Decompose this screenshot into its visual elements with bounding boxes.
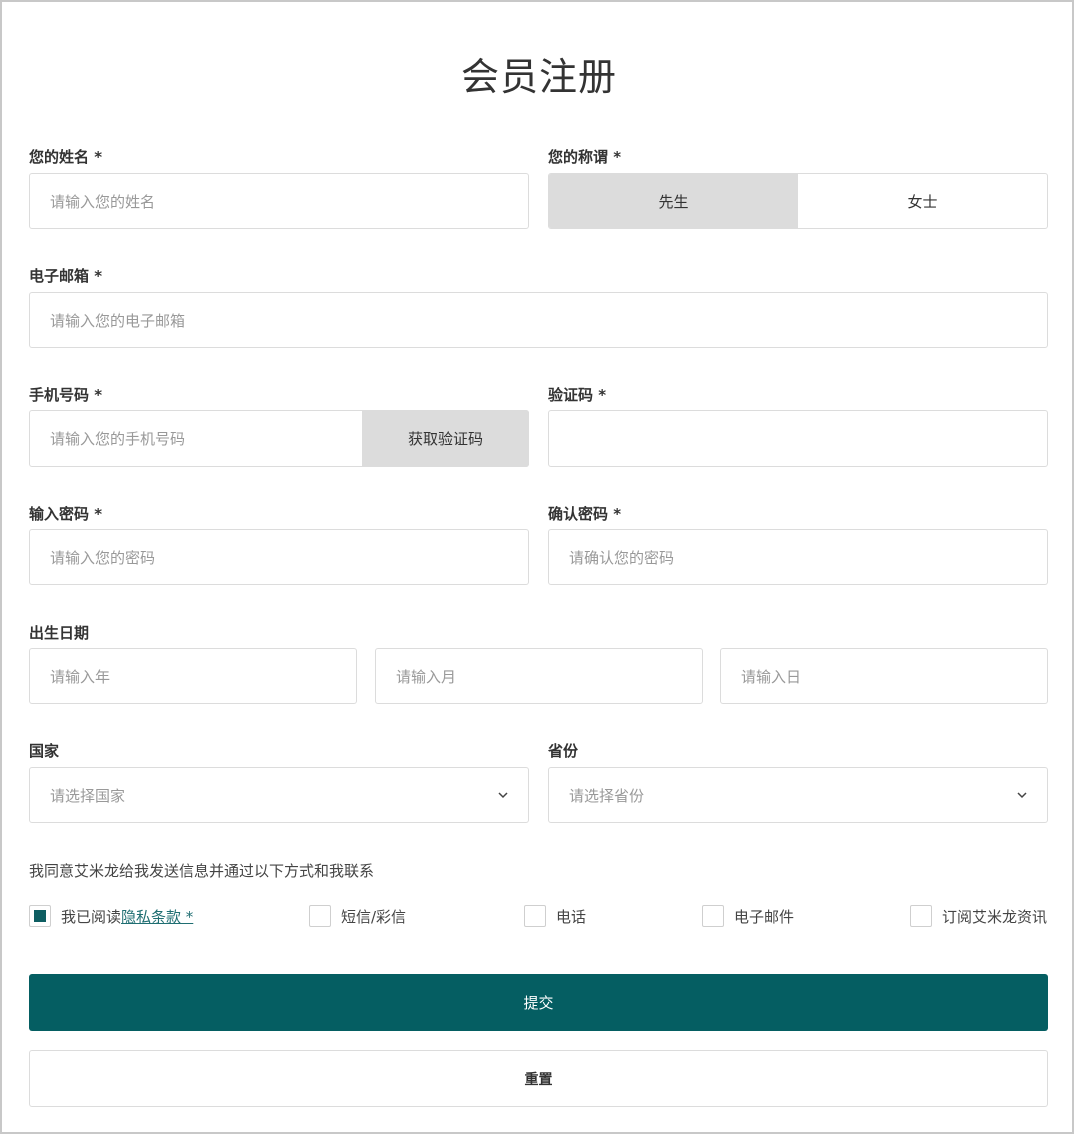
email-input[interactable]: 请输入您的电子邮箱 <box>29 292 1048 348</box>
phone-contact-label: 电话 <box>556 907 587 926</box>
confirm-password-input[interactable]: 请确认您的密码 <box>548 529 1048 585</box>
submit-button[interactable]: 提交 <box>29 974 1048 1031</box>
sms-checkbox[interactable]: 短信/彩信 <box>309 904 406 928</box>
name-placeholder: 请输入您的姓名 <box>50 192 156 211</box>
birth-day-placeholder: 请输入日 <box>741 667 802 686</box>
code-label: 验证码 * <box>548 386 607 404</box>
country-select[interactable]: 请选择国家 <box>29 767 529 823</box>
salutation-ms-option[interactable]: 女士 <box>798 174 1047 228</box>
confirm-password-placeholder: 请确认您的密码 <box>569 548 675 567</box>
email-placeholder: 请输入您的电子邮箱 <box>50 311 186 330</box>
salutation-toggle: 先生 女士 <box>548 173 1048 229</box>
checkbox-icon[interactable] <box>524 905 546 927</box>
checkbox-icon[interactable] <box>309 905 331 927</box>
password-input[interactable]: 请输入您的密码 <box>29 529 529 585</box>
email-label: 电子邮箱 * <box>29 267 103 285</box>
password-label: 输入密码 * <box>29 505 103 523</box>
chevron-down-icon <box>498 792 508 799</box>
newsletter-label: 订阅艾米龙资讯 <box>942 907 1048 926</box>
page-title: 会员注册 <box>460 55 617 99</box>
checkbox-icon[interactable] <box>702 905 724 927</box>
country-placeholder: 请选择国家 <box>50 786 126 805</box>
confirm-password-label: 确认密码 * <box>548 505 622 523</box>
phone-label: 手机号码 * <box>29 386 103 404</box>
birth-month-placeholder: 请输入月 <box>396 667 457 686</box>
name-input[interactable]: 请输入您的姓名 <box>29 173 529 229</box>
birth-day-input[interactable]: 请输入日 <box>720 648 1048 704</box>
privacy-prefix: 我已阅读 <box>61 907 122 926</box>
get-code-button[interactable]: 获取验证码 <box>362 410 529 467</box>
chevron-down-icon <box>1017 792 1027 799</box>
privacy-policy-link[interactable]: 隐私条款 * <box>121 906 193 927</box>
email-contact-label: 电子邮件 <box>734 907 795 926</box>
birth-month-input[interactable]: 请输入月 <box>375 648 703 704</box>
country-label: 国家 <box>29 742 60 760</box>
password-placeholder: 请输入您的密码 <box>50 548 156 567</box>
phone-placeholder: 请输入您的手机号码 <box>50 430 186 448</box>
birth-year-input[interactable]: 请输入年 <box>29 648 357 704</box>
email-checkbox[interactable]: 电子邮件 <box>702 904 794 928</box>
province-placeholder: 请选择省份 <box>569 786 645 805</box>
newsletter-checkbox[interactable]: 订阅艾米龙资讯 <box>910 904 1047 928</box>
name-label: 您的姓名 * <box>29 148 103 166</box>
registration-form: 会员注册 您的姓名 * 请输入您的姓名 您的称谓 * 先生 女士 电子邮箱 * … <box>0 0 1074 1134</box>
province-label: 省份 <box>548 742 579 760</box>
checkbox-checked-icon[interactable] <box>29 905 51 927</box>
code-input[interactable] <box>548 410 1048 467</box>
checkbox-icon[interactable] <box>910 905 932 927</box>
birth-year-placeholder: 请输入年 <box>50 667 111 686</box>
phone-checkbox[interactable]: 电话 <box>524 904 586 928</box>
privacy-checkbox[interactable]: 我已阅读 隐私条款 * <box>29 904 193 928</box>
salutation-label: 您的称谓 * <box>548 148 622 166</box>
province-select[interactable]: 请选择省份 <box>548 767 1048 823</box>
birthdate-label: 出生日期 <box>29 624 90 642</box>
reset-button[interactable]: 重置 <box>29 1050 1048 1107</box>
salutation-mr-option[interactable]: 先生 <box>549 174 798 228</box>
consent-text: 我同意艾米龙给我发送信息并通过以下方式和我联系 <box>29 862 375 880</box>
sms-label: 短信/彩信 <box>341 907 407 926</box>
